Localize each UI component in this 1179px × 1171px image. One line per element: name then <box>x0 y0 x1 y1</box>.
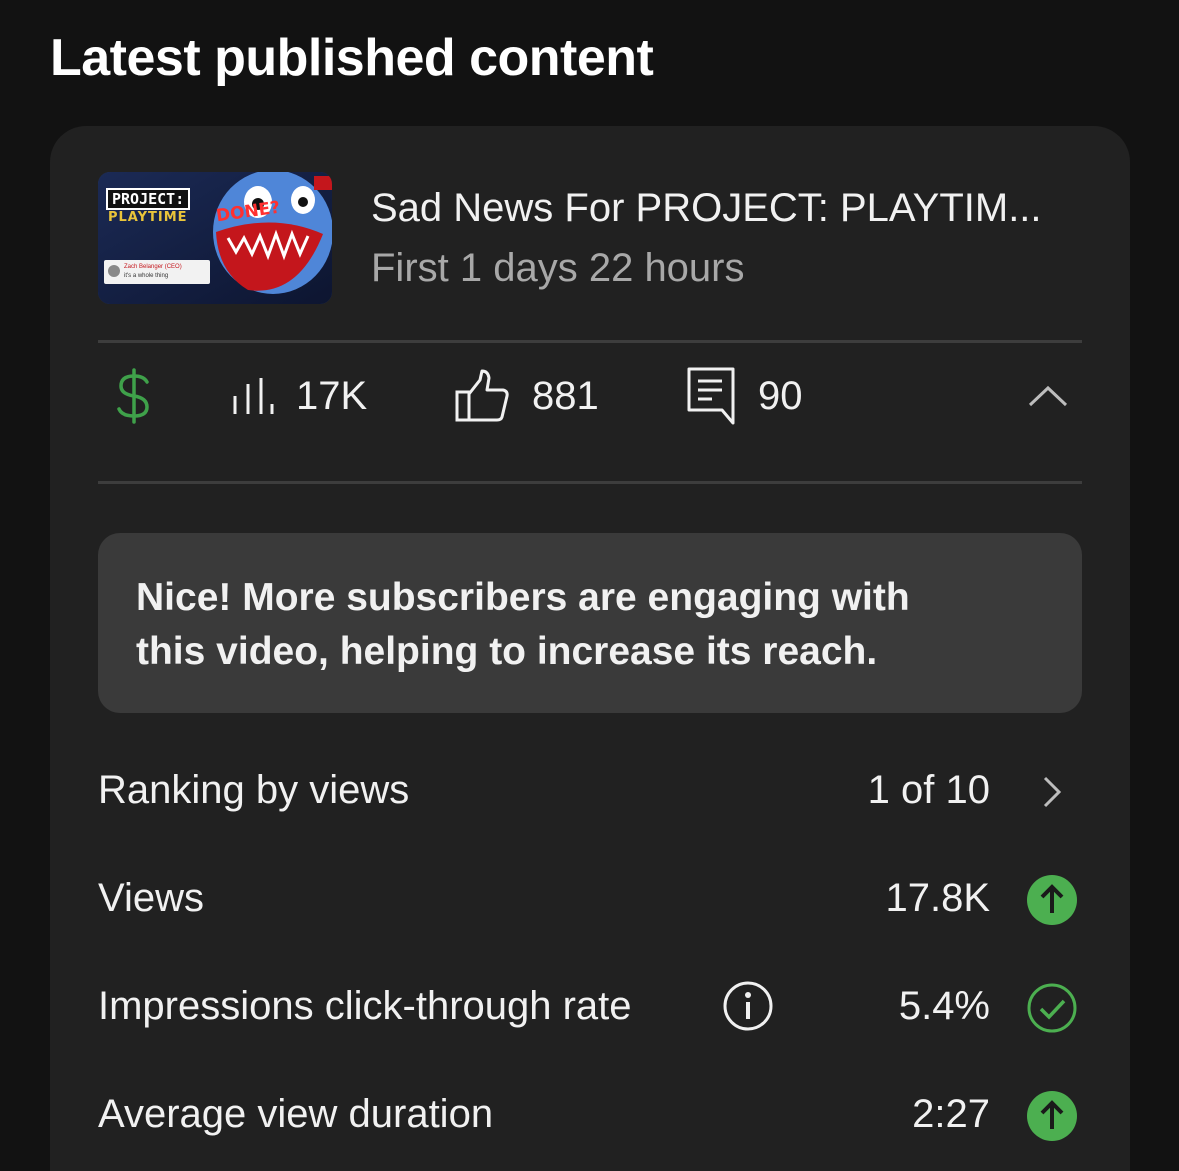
metric-ctr[interactable]: Impressions click-through rate 5.4% <box>98 968 1082 1048</box>
comments-count: 90 <box>758 373 803 418</box>
metric-views[interactable]: Views 17.8K <box>98 860 1082 940</box>
thumbs-up-icon <box>454 368 510 424</box>
metric-label: Ranking by views <box>98 768 410 812</box>
info-icon[interactable] <box>722 980 774 1032</box>
stats-row: 17K 881 90 <box>98 344 1082 448</box>
metric-label: Views <box>98 876 204 920</box>
thumbnail-caption: Zach Belanger (CEO) it's a whole thing <box>104 260 210 284</box>
video-title[interactable]: Sad News For PROJECT: PLAYTIM... <box>371 186 1071 231</box>
arrow-up-circle-icon <box>1026 1090 1078 1142</box>
metric-value: 2:27 <box>912 1092 990 1136</box>
comment-icon <box>686 366 736 426</box>
section-title: Latest published content <box>50 29 654 87</box>
analytics-page: Latest published content PROJECT: PLAYTI… <box>0 0 1179 1171</box>
check-circle-icon <box>1026 982 1078 1034</box>
latest-content-card: PROJECT: PLAYTIME DONE? Zach Belanger (C… <box>50 126 1130 1171</box>
metric-ranking-by-views[interactable]: Ranking by views 1 of 10 <box>98 752 1082 832</box>
views-stat[interactable]: 17K <box>230 344 367 448</box>
thumbnail-project-text: PROJECT: <box>106 188 191 210</box>
comments-stat[interactable]: 90 <box>686 344 803 448</box>
bar-chart-icon <box>230 374 274 418</box>
chevron-up-icon <box>1028 384 1068 408</box>
insight-line-1: Nice! More subscribers are engaging with <box>136 576 910 619</box>
dollar-icon <box>114 368 154 424</box>
collapse-button[interactable] <box>1028 344 1068 448</box>
divider-top <box>98 340 1082 343</box>
monetization-stat[interactable] <box>114 344 154 448</box>
insight-line-2: this video, helping to increase its reac… <box>136 630 878 673</box>
metric-value: 17.8K <box>885 876 990 920</box>
arrow-up-circle-icon <box>1026 874 1078 926</box>
insight-message: Nice! More subscribers are engaging with… <box>98 533 1082 713</box>
thumbnail-caption-sub: it's a whole thing <box>124 273 169 279</box>
metric-label: Impressions click-through rate <box>98 984 632 1028</box>
thumbnail-caption-name: Zach Belanger (CEO) <box>124 264 182 270</box>
video-row[interactable]: PROJECT: PLAYTIME DONE? Zach Belanger (C… <box>98 172 1088 306</box>
metric-value: 1 of 10 <box>867 768 990 812</box>
likes-count: 881 <box>532 373 599 418</box>
chevron-right-icon <box>1026 766 1078 818</box>
thumbnail-caption-avatar <box>108 265 120 277</box>
divider-bottom <box>98 481 1082 484</box>
metric-average-view-duration[interactable]: Average view duration 2:27 <box>98 1076 1082 1156</box>
video-thumbnail[interactable]: PROJECT: PLAYTIME DONE? Zach Belanger (C… <box>98 172 332 304</box>
metric-value: 5.4% <box>898 984 990 1028</box>
likes-stat[interactable]: 881 <box>454 344 599 448</box>
metric-label: Average view duration <box>98 1092 494 1136</box>
video-age: First 1 days 22 hours <box>371 246 745 290</box>
views-count: 17K <box>296 373 368 418</box>
thumbnail-logo-text: PLAYTIME <box>108 210 188 225</box>
